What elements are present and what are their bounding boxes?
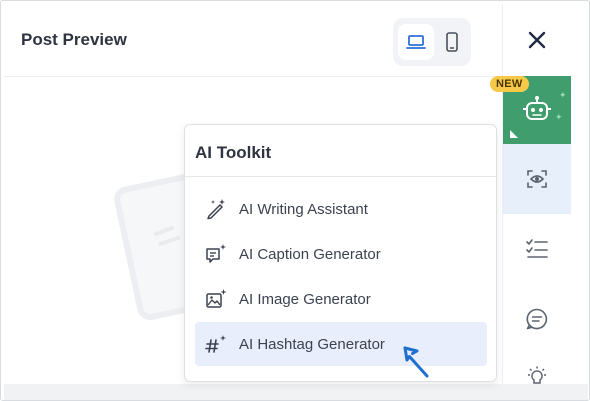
menu-item-ai-hashtag-generator[interactable]: AI Hashtag Generator	[195, 322, 487, 366]
lightbulb-icon	[528, 366, 546, 384]
mobile-icon	[446, 32, 458, 52]
corner-mark	[510, 130, 518, 138]
sparkle-icon: ✦	[555, 112, 563, 122]
image-sparkle-icon	[203, 286, 229, 312]
close-button[interactable]	[503, 4, 571, 76]
comment-icon	[526, 308, 548, 330]
close-icon	[528, 31, 546, 49]
ai-toolkit-popup: AI Toolkit AI Writing Assistant AI Capti…	[184, 124, 497, 382]
desktop-view-button[interactable]	[398, 24, 434, 60]
divider	[185, 176, 496, 177]
right-sidebar: ✦ ✦	[502, 4, 571, 384]
bottom-strip	[4, 384, 588, 400]
menu-item-ai-writing-assistant[interactable]: AI Writing Assistant	[195, 187, 487, 231]
desktop-icon	[406, 35, 426, 49]
menu-item-label: AI Writing Assistant	[239, 200, 368, 218]
menu-item-label: AI Hashtag Generator	[239, 335, 385, 353]
menu-item-ai-caption-generator[interactable]: AI Caption Generator	[195, 232, 487, 276]
pointer-cursor-icon	[403, 346, 429, 378]
caption-icon	[203, 241, 229, 267]
app-frame: Post Preview ✦ ✦ NEW AI Toolkit AI Writi…	[0, 0, 590, 401]
menu-item-label: AI Caption Generator	[239, 245, 381, 263]
sparkle-icon: ✦	[559, 90, 567, 100]
menu-item-ai-image-generator[interactable]: AI Image Generator	[195, 277, 487, 321]
hashtag-sparkle-icon	[203, 331, 229, 357]
preview-header: Post Preview	[4, 4, 502, 77]
popup-title: AI Toolkit	[195, 143, 272, 162]
page-title: Post Preview	[21, 30, 127, 49]
checklist-button[interactable]	[503, 214, 571, 284]
ai-robot-icon	[523, 96, 551, 120]
magic-pen-icon	[203, 196, 229, 222]
preview-eye-icon	[527, 170, 547, 188]
device-toggle	[393, 18, 471, 66]
menu-item-label: AI Image Generator	[239, 290, 371, 308]
preview-tab-button[interactable]	[503, 144, 571, 214]
new-badge: NEW	[490, 76, 529, 92]
checklist-icon	[526, 239, 548, 258]
comments-button[interactable]	[503, 284, 571, 354]
mobile-view-button[interactable]	[434, 24, 470, 60]
